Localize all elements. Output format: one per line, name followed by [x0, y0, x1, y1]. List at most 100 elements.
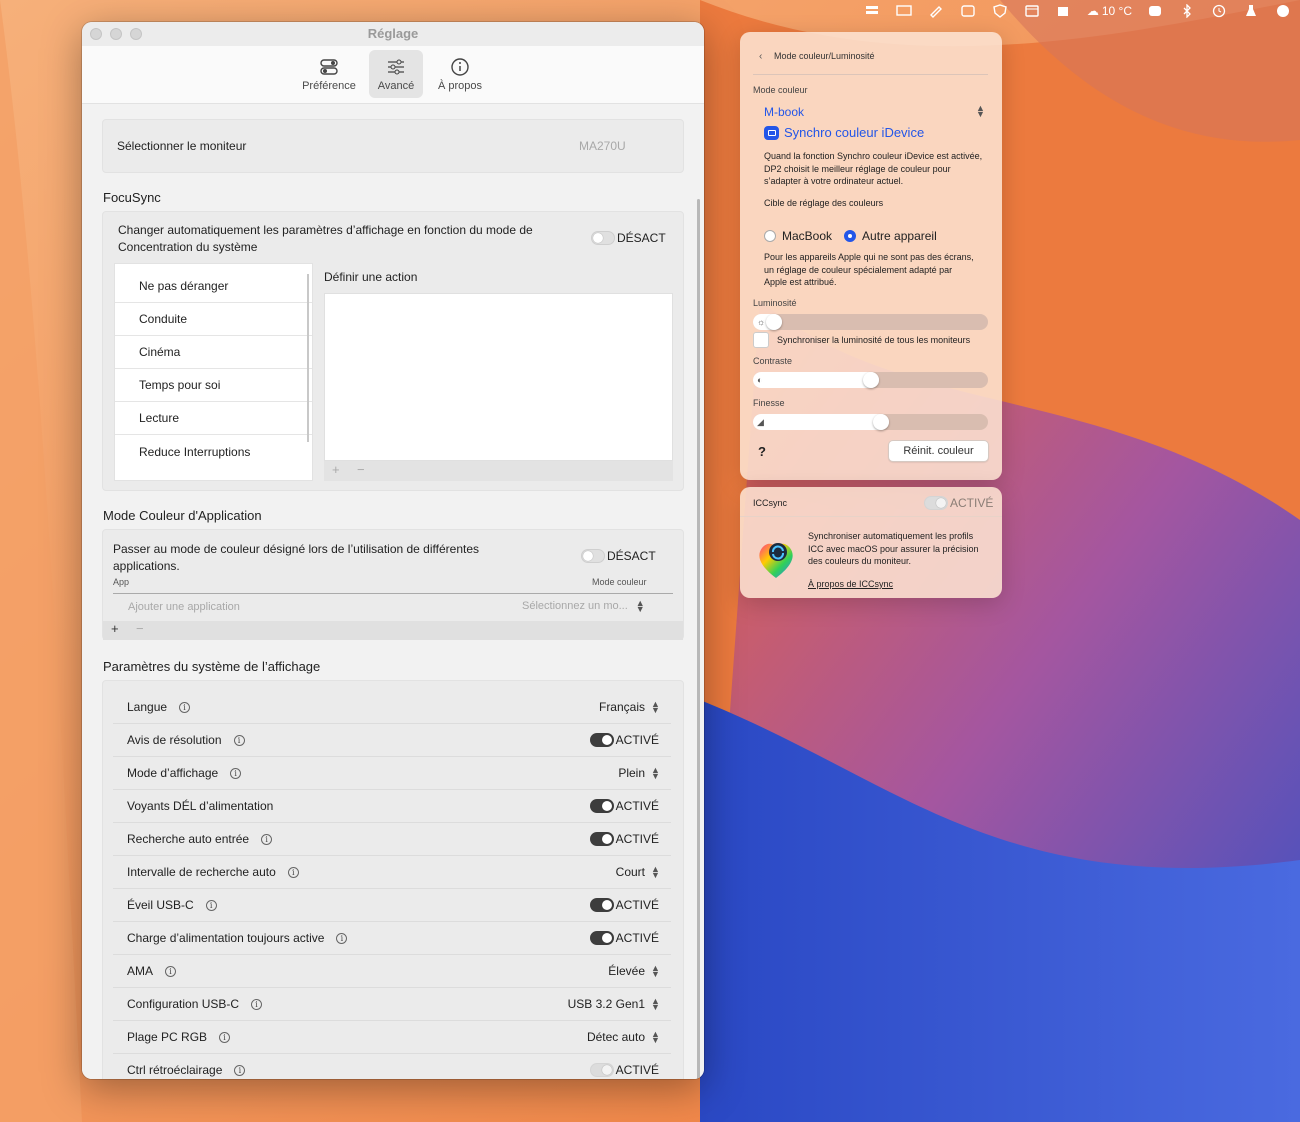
reset-color-button[interactable]: Réinit. couleur [888, 440, 989, 462]
window-icon[interactable] [959, 4, 977, 18]
list-item[interactable]: Cinéma [115, 336, 312, 369]
setting-switch[interactable] [589, 898, 614, 912]
info-icon[interactable]: i [336, 932, 348, 944]
info-icon[interactable]: i [230, 767, 242, 779]
list-item[interactable]: Conduite [115, 303, 312, 336]
setting-row[interactable]: Configuration USB-C i USB 3.2 Gen1 ▲ ▼ [113, 988, 671, 1021]
focus-mode-list[interactable]: Ne pas déranger Conduite Cinéma Temps po… [114, 263, 313, 481]
time-machine-icon[interactable] [1210, 4, 1228, 18]
info-icon[interactable]: i [179, 701, 191, 713]
setting-row[interactable]: Ctrl rétroéclairage i ACTIVÉ [113, 1054, 671, 1079]
brightness-slider[interactable]: ☼ [753, 314, 988, 330]
iccsync-switch[interactable] [924, 496, 948, 510]
list-item[interactable]: Temps pour soi [115, 369, 312, 402]
setting-switch[interactable] [589, 931, 614, 945]
radio-macbook[interactable] [764, 230, 776, 242]
zoom-button[interactable] [130, 28, 142, 40]
setting-select[interactable]: Élevée ▲ ▼ [608, 964, 660, 979]
contrast-slider[interactable]: ◐ [753, 372, 988, 388]
shield-icon[interactable] [991, 4, 1009, 18]
setting-row[interactable]: Plage PC RGB i Détec auto ▲ ▼ [113, 1021, 671, 1054]
slider-knob[interactable] [873, 414, 889, 430]
color-mode-select[interactable]: M-book ▲ ▼ [764, 103, 988, 120]
tab-advanced[interactable]: Avancé [369, 50, 423, 98]
setting-row[interactable]: Intervalle de recherche auto i Court ▲ ▼ [113, 856, 671, 889]
setting-toggle[interactable]: ACTIVÉ [589, 799, 659, 813]
radio-other-device[interactable] [844, 230, 857, 242]
iccsync-toggle[interactable]: ACTIVÉ [924, 496, 993, 510]
setting-switch[interactable] [589, 832, 614, 846]
remove-action-button[interactable]: − [357, 462, 365, 477]
add-action-button[interactable]: + [332, 462, 340, 477]
info-icon[interactable]: i [233, 734, 245, 746]
stage-manager-icon[interactable] [863, 4, 881, 18]
setting-row[interactable]: Voyants DÉL d’alimentation ACTIVÉ [113, 790, 671, 823]
monitor-select-card[interactable]: Sélectionner le moniteur MA270U [102, 119, 684, 173]
action-area[interactable] [324, 293, 673, 461]
setting-switch[interactable] [589, 1063, 614, 1077]
weather-widget[interactable]: ☁ 10 °C [1087, 4, 1132, 18]
setting-row[interactable]: Éveil USB-C i ACTIVÉ [113, 889, 671, 922]
slider-knob[interactable] [766, 314, 782, 330]
setting-select[interactable]: Court ▲ ▼ [616, 865, 660, 880]
setting-row[interactable]: Charge d’alimentation toujours active i AC… [113, 922, 671, 955]
setting-toggle[interactable]: ACTIVÉ [589, 931, 659, 945]
bluetooth-icon[interactable] [1178, 4, 1196, 18]
tab-preference[interactable]: Préférence [299, 50, 359, 98]
list-scrollbar[interactable] [307, 274, 309, 442]
minimize-button[interactable] [110, 28, 122, 40]
setting-select[interactable]: Plein ▲ ▼ [618, 766, 660, 781]
list-item[interactable]: Ne pas déranger [115, 270, 312, 303]
checklist-icon[interactable] [1055, 4, 1073, 18]
radio-other-label[interactable]: Autre appareil [862, 229, 937, 243]
sync-brightness-row[interactable]: Synchroniser la luminosité de tous les m… [753, 332, 970, 348]
setting-select[interactable]: Français ▲ ▼ [599, 700, 660, 715]
setting-toggle[interactable]: ACTIVÉ [589, 733, 659, 747]
mode-select[interactable]: Sélectionnez un mo... ▲ ▼ [522, 599, 645, 614]
info-icon[interactable]: i [205, 899, 217, 911]
focusync-switch[interactable] [591, 231, 615, 245]
advanced-content[interactable]: Sélectionner le moniteur MA270U FocuSync… [82, 104, 704, 1079]
setting-select[interactable]: USB 3.2 Gen1 ▲ ▼ [568, 997, 660, 1012]
info-icon[interactable]: i [251, 998, 263, 1010]
close-button[interactable] [90, 28, 102, 40]
list-item[interactable]: Reduce Interruptions [115, 435, 312, 468]
back-chevron-icon[interactable]: ‹ [759, 51, 762, 62]
setting-toggle[interactable]: ACTIVÉ [589, 898, 659, 912]
inbox-icon[interactable] [1146, 4, 1164, 18]
sharpness-slider[interactable]: ◢ [753, 414, 988, 430]
window-scrollbar[interactable] [697, 199, 700, 1079]
app-color-switch[interactable] [581, 549, 605, 563]
setting-row[interactable]: Avis de résolution i ACTIVÉ [113, 724, 671, 757]
info-icon[interactable]: i [287, 866, 299, 878]
setting-toggle[interactable]: ACTIVÉ [589, 832, 659, 846]
tab-about[interactable]: À propos [433, 50, 487, 98]
sync-idevice[interactable]: Synchro couleur iDevice [764, 125, 924, 140]
help-button[interactable]: ? [758, 444, 766, 459]
info-icon[interactable]: i [234, 1064, 246, 1076]
list-item[interactable]: Lecture [115, 402, 312, 435]
sync-brightness-checkbox[interactable] [753, 332, 769, 348]
setting-toggle[interactable]: ACTIVÉ [589, 1063, 659, 1077]
setting-row[interactable]: Mode d’affichage i Plein ▲ ▼ [113, 757, 671, 790]
menu-window-icon[interactable] [1023, 4, 1041, 18]
setting-select[interactable]: Détec auto ▲ ▼ [587, 1030, 660, 1045]
add-app-field[interactable]: Ajouter une application [128, 601, 240, 613]
pen-tool-icon[interactable] [927, 4, 945, 18]
setting-switch[interactable] [589, 799, 614, 813]
app-color-toggle[interactable]: DÉSACT [581, 549, 656, 563]
info-icon[interactable]: i [219, 1031, 231, 1043]
flask-icon[interactable] [1242, 4, 1260, 18]
iccsync-about-link[interactable]: À propos de ICCsync [808, 579, 893, 589]
app-status-icon[interactable] [1274, 4, 1292, 18]
focusync-toggle[interactable]: DÉSACT [591, 231, 666, 245]
setting-switch[interactable] [589, 733, 614, 747]
remove-app-button[interactable]: − [136, 621, 144, 636]
info-icon[interactable]: i [261, 833, 273, 845]
display-icon[interactable] [895, 4, 913, 18]
info-icon[interactable]: i [165, 965, 177, 977]
radio-macbook-label[interactable]: MacBook [782, 229, 832, 243]
setting-row[interactable]: Recherche auto entrée i ACTIVÉ [113, 823, 671, 856]
add-app-button[interactable]: + [111, 621, 119, 636]
slider-knob[interactable] [863, 372, 879, 388]
